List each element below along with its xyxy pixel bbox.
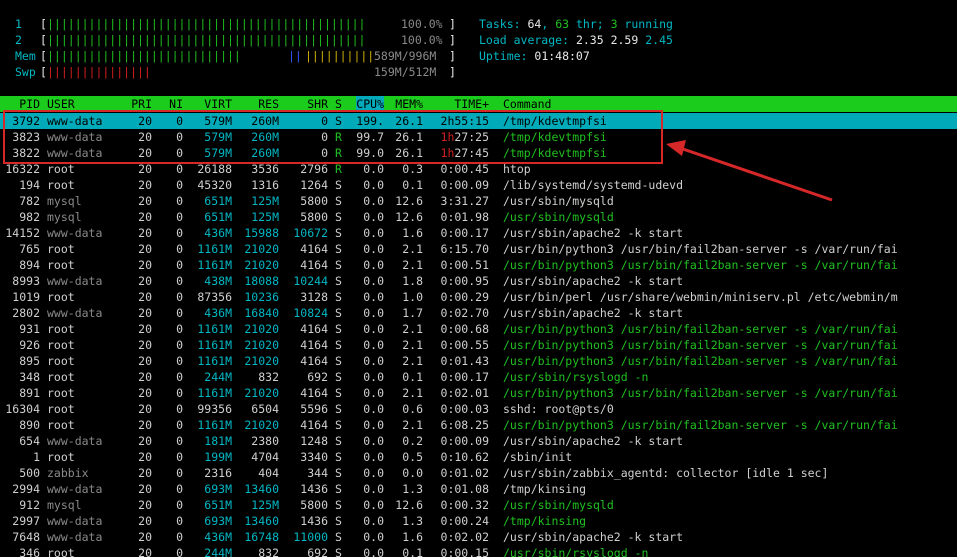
htop-terminal: 1[||||||||||||||||||||||||||||||||||||||… <box>0 0 957 557</box>
annotation-arrow <box>666 140 833 202</box>
